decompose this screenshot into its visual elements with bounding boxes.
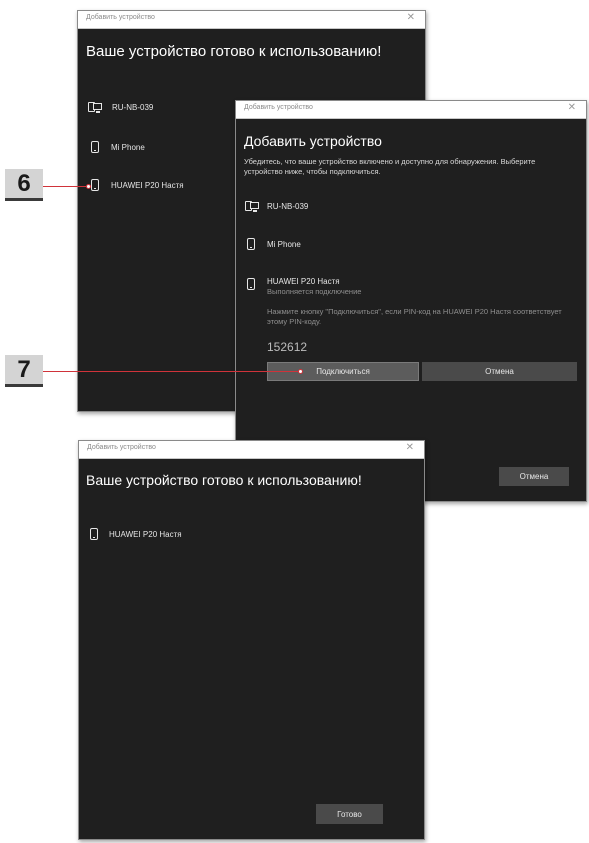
phone-icon xyxy=(91,141,99,153)
step-badge-6: 6 xyxy=(5,169,43,201)
title-bar: Добавить устройство ✕ xyxy=(79,441,424,459)
device-item-mi-phone[interactable]: Mi Phone xyxy=(91,141,145,153)
device-name: Mi Phone xyxy=(267,239,301,249)
phone-icon xyxy=(91,179,99,191)
device-item-huawei-p20[interactable]: HUAWEI P20 Настя xyxy=(90,528,182,540)
device-item-mi-phone[interactable]: Mi Phone xyxy=(247,238,301,250)
phone-icon xyxy=(247,238,255,250)
connecting-status: Выполняется подключение xyxy=(267,287,362,296)
step-badge-7: 7 xyxy=(5,355,43,387)
window-title: Добавить устройство xyxy=(87,444,156,451)
device-ready-final-window: Добавить устройство ✕ Ваше устройство го… xyxy=(78,440,425,840)
device-name: HUAWEI P20 Настя xyxy=(111,180,184,190)
phone-icon xyxy=(247,278,255,290)
device-name: Mi Phone xyxy=(111,142,145,152)
device-item-huawei-p20[interactable]: HUAWEI P20 Настя xyxy=(91,179,184,191)
device-name: HUAWEI P20 Настя xyxy=(267,277,340,286)
window-title: Добавить устройство xyxy=(244,104,313,111)
cancel-button[interactable]: Отмена xyxy=(499,467,569,486)
close-icon[interactable]: ✕ xyxy=(407,12,415,23)
window-title: Добавить устройство xyxy=(86,14,155,21)
instructions-text: Убедитесь, что ваше устройство включено … xyxy=(244,157,536,176)
device-name: RU-NB-039 xyxy=(267,201,309,211)
callout-dot-6 xyxy=(86,184,91,189)
device-item-ru-nb-039[interactable]: RU-NB-039 xyxy=(88,101,153,113)
page-heading: Добавить устройство xyxy=(244,133,382,149)
phone-icon xyxy=(90,528,98,540)
done-button-label: Готово xyxy=(337,809,362,819)
cancel-pairing-button[interactable]: Отмена xyxy=(422,362,577,381)
computer-icon xyxy=(245,200,259,212)
computer-icon xyxy=(88,101,102,113)
cancel-pairing-button-label: Отмена xyxy=(485,367,514,376)
callout-line-6 xyxy=(43,186,88,187)
title-bar: Добавить устройство ✕ xyxy=(78,11,425,29)
callout-dot-7 xyxy=(298,369,303,374)
page-heading: Ваше устройство готово к использованию! xyxy=(86,472,362,488)
cancel-button-label: Отмена xyxy=(519,472,549,481)
close-icon[interactable]: ✕ xyxy=(568,102,576,113)
done-button[interactable]: Готово xyxy=(316,804,383,824)
device-name: HUAWEI P20 Настя xyxy=(109,529,182,539)
callout-line-7 xyxy=(43,371,301,372)
pin-hint: Нажмите кнопку "Подключиться", если PIN-… xyxy=(267,307,562,326)
device-item-ru-nb-039[interactable]: RU-NB-039 xyxy=(245,200,308,212)
page-heading: Ваше устройство готово к использованию! xyxy=(86,43,382,60)
device-name: RU-NB-039 xyxy=(112,102,154,112)
title-bar: Добавить устройство ✕ xyxy=(236,101,586,119)
pin-code: 152612 xyxy=(267,340,308,354)
close-icon[interactable]: ✕ xyxy=(406,442,414,453)
connect-button-label: Подключиться xyxy=(316,367,370,376)
